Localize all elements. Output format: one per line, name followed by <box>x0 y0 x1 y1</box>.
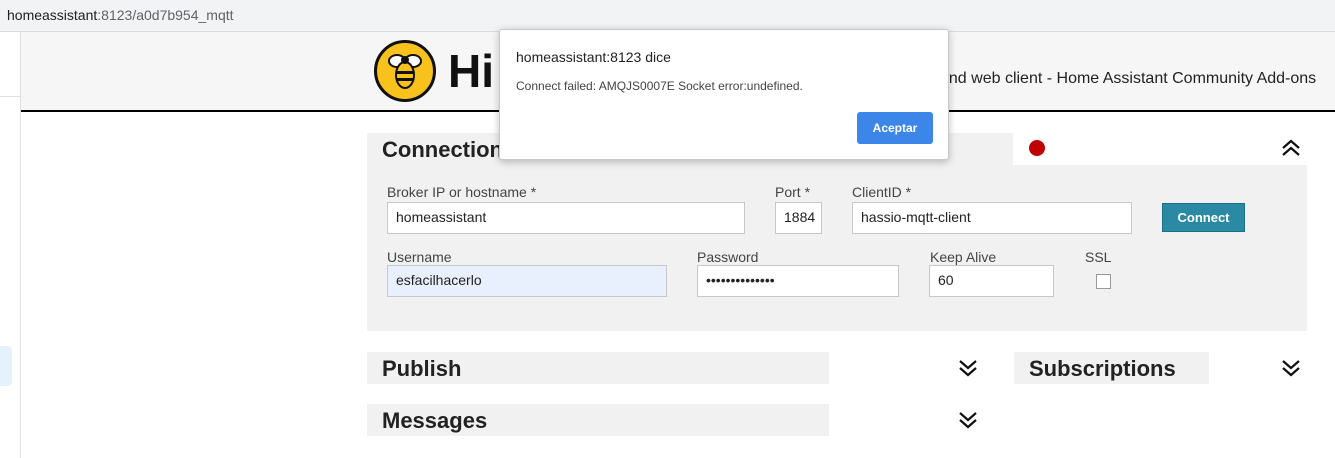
dialog-message: Connect failed: AMQJS0007E Socket error:… <box>516 79 803 93</box>
broker-label: Broker IP or hostname * <box>387 184 537 200</box>
password-input[interactable]: •••••••••••••• <box>697 265 899 297</box>
dialog-title: homeassistant:8123 dice <box>516 49 671 65</box>
messages-section-header[interactable]: Messages <box>367 404 829 436</box>
ssl-label: SSL <box>1085 249 1112 265</box>
address-bar[interactable]: homeassistant:8123/a0d7b954_mqtt <box>0 0 1335 32</box>
broker-input[interactable]: homeassistant <box>387 202 745 234</box>
connect-button[interactable]: Connect <box>1162 203 1245 232</box>
publish-section-header[interactable]: Publish <box>367 352 829 384</box>
username-label: Username <box>387 249 452 265</box>
address-bar-text: homeassistant:8123/a0d7b954_mqtt <box>7 7 234 23</box>
logo-text: Hi <box>448 45 494 97</box>
subscriptions-section-header[interactable]: Subscriptions <box>1014 352 1209 384</box>
subscriptions-title: Subscriptions <box>1029 356 1176 381</box>
connection-title: Connection <box>382 137 503 162</box>
username-input[interactable]: esfacilhacerlo <box>387 265 667 297</box>
keepalive-input[interactable]: 60 <box>929 265 1054 297</box>
password-label: Password <box>697 249 759 265</box>
ssl-checkbox[interactable] <box>1096 274 1111 289</box>
messages-title: Messages <box>382 408 488 433</box>
page-title: and web client - Home Assistant Communit… <box>940 70 1317 87</box>
publish-title: Publish <box>382 356 462 381</box>
collapse-chevron-up-icon[interactable] <box>1281 138 1301 162</box>
keepalive-label: Keep Alive <box>930 249 997 265</box>
sidebar-item-active[interactable] <box>0 346 12 386</box>
alert-dialog: homeassistant:8123 dice Connect failed: … <box>499 29 949 160</box>
clientid-label: ClientID * <box>852 184 912 200</box>
port-label: Port * <box>775 184 811 200</box>
subscriptions-expand-chevron-down-icon[interactable] <box>1281 358 1301 382</box>
bee-logo-icon <box>374 40 436 102</box>
clientid-input[interactable]: hassio-mqtt-client <box>852 202 1132 234</box>
sidebar-divider <box>0 96 21 97</box>
port-input[interactable]: 1884 <box>775 202 822 234</box>
connection-status-indicator <box>1029 140 1045 156</box>
dialog-accept-button[interactable]: Aceptar <box>857 112 933 144</box>
publish-expand-chevron-down-icon[interactable] <box>958 358 978 382</box>
messages-expand-chevron-down-icon[interactable] <box>958 410 978 434</box>
